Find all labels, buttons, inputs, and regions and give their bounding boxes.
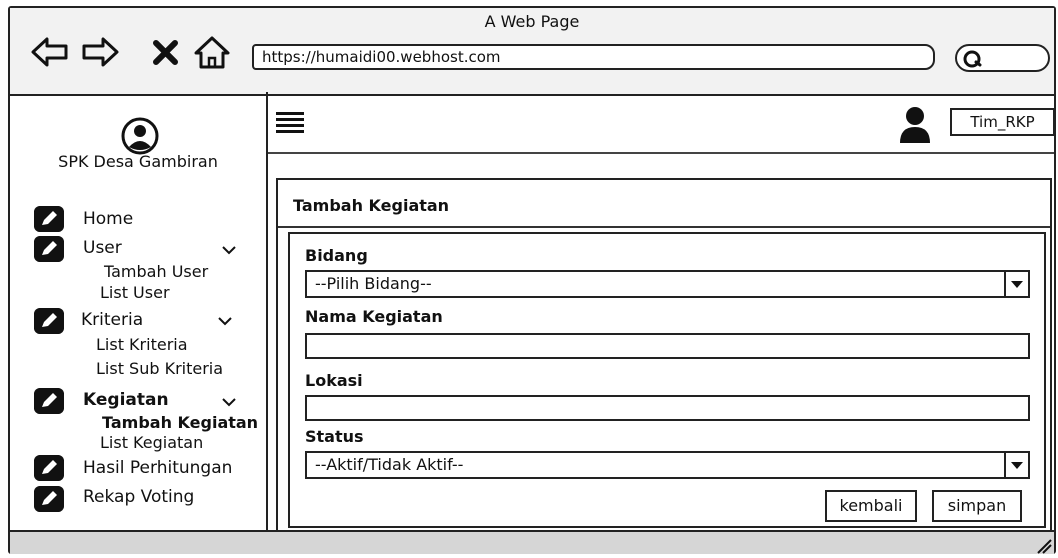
header-divider bbox=[268, 152, 1054, 154]
pencil-icon bbox=[34, 308, 64, 334]
sidebar-item-kriteria[interactable]: Kriteria bbox=[81, 310, 143, 330]
panel-divider bbox=[278, 226, 1050, 228]
browser-statusbar bbox=[10, 530, 1054, 554]
pencil-icon bbox=[34, 486, 64, 512]
status-select-value: --Aktif/Tidak Aktif-- bbox=[315, 455, 464, 474]
chevron-down-icon[interactable] bbox=[218, 316, 232, 326]
sidebar-subitem-list-kegiatan[interactable]: List Kegiatan bbox=[100, 433, 203, 452]
search-button[interactable] bbox=[955, 44, 1050, 72]
sidebar-item-kegiatan[interactable]: Kegiatan bbox=[83, 390, 169, 410]
bidang-select[interactable]: --Pilih Bidang-- bbox=[305, 270, 1030, 298]
save-button[interactable]: simpan bbox=[932, 490, 1022, 522]
chevron-down-icon[interactable] bbox=[222, 397, 236, 407]
pencil-icon bbox=[34, 236, 64, 262]
nama-kegiatan-field[interactable] bbox=[305, 333, 1030, 359]
sidebar-item-user[interactable]: User bbox=[83, 238, 122, 258]
bidang-select-value: --Pilih Bidang-- bbox=[315, 274, 432, 293]
status-select[interactable]: --Aktif/Tidak Aktif-- bbox=[305, 451, 1030, 479]
user-menu-button[interactable]: Tim_RKP bbox=[950, 108, 1055, 136]
sidebar-subitem-list-kriteria[interactable]: List Kriteria bbox=[96, 335, 188, 354]
lokasi-field[interactable] bbox=[305, 395, 1030, 421]
sidebar-divider bbox=[266, 92, 268, 532]
home-icon[interactable] bbox=[192, 34, 232, 70]
chevron-down-icon[interactable] bbox=[222, 245, 236, 255]
status-label: Status bbox=[305, 427, 364, 446]
sidebar-item-rekap-voting[interactable]: Rekap Voting bbox=[83, 487, 194, 507]
chevron-down-icon[interactable] bbox=[1004, 272, 1028, 296]
sidebar-subitem-tambah-user[interactable]: Tambah User bbox=[104, 262, 208, 281]
pencil-icon bbox=[34, 388, 64, 414]
pencil-icon bbox=[34, 455, 64, 481]
sidebar-item-hasil-perhitungan[interactable]: Hasil Perhitungan bbox=[83, 458, 232, 478]
sidebar-subitem-tambah-kegiatan[interactable]: Tambah Kegiatan bbox=[102, 413, 258, 432]
forward-arrow-icon[interactable] bbox=[80, 34, 120, 70]
pencil-icon bbox=[34, 206, 64, 232]
sidebar-item-home[interactable]: Home bbox=[83, 209, 133, 229]
search-icon bbox=[963, 50, 982, 68]
sidebar-subitem-list-user[interactable]: List User bbox=[100, 283, 170, 302]
window-title: A Web Page bbox=[484, 12, 580, 31]
sidebar-subitem-list-sub-kriteria[interactable]: List Sub Kriteria bbox=[96, 359, 223, 378]
close-icon[interactable] bbox=[148, 34, 184, 70]
url-bar[interactable]: https://humaidi00.webhost.com bbox=[252, 44, 935, 70]
resize-grip-icon[interactable] bbox=[1032, 534, 1052, 554]
lokasi-label: Lokasi bbox=[305, 371, 363, 390]
page-title: Tambah Kegiatan bbox=[293, 196, 450, 215]
back-arrow-icon[interactable] bbox=[30, 34, 70, 70]
brand-name: SPK Desa Gambiran bbox=[58, 152, 218, 171]
bidang-label: Bidang bbox=[305, 246, 368, 265]
nama-kegiatan-label: Nama Kegiatan bbox=[305, 307, 443, 326]
avatar bbox=[121, 117, 159, 155]
back-button[interactable]: kembali bbox=[825, 490, 917, 522]
user-icon bbox=[900, 107, 930, 143]
hamburger-icon[interactable] bbox=[276, 110, 304, 136]
chevron-down-icon[interactable] bbox=[1004, 453, 1028, 477]
